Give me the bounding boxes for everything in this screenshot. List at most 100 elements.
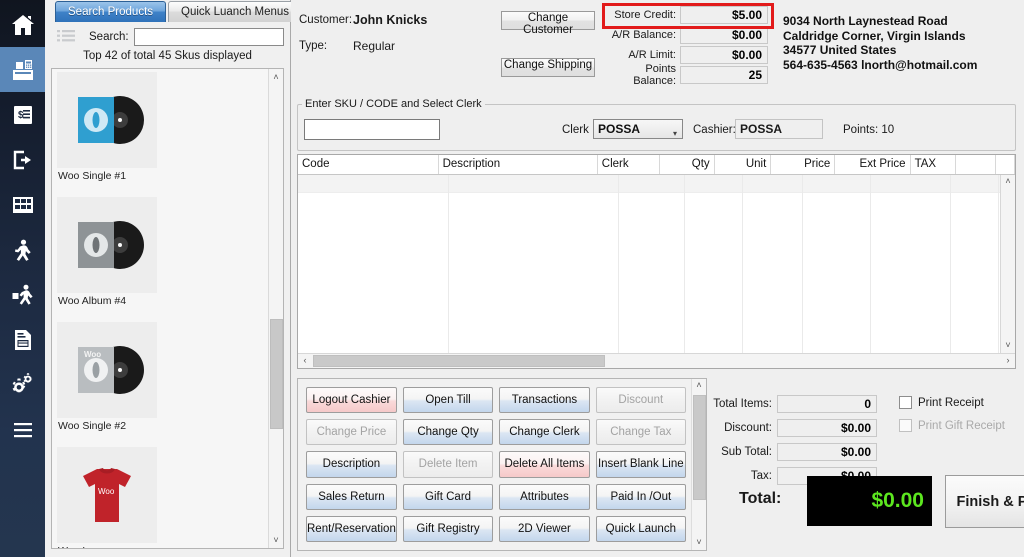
column-header-price[interactable]: Price [771,155,836,174]
rent-reservation-button[interactable]: Rent/Reservation [306,515,397,542]
column-header-ext-price[interactable]: Ext Price [835,155,911,174]
column-header-unit[interactable]: Unit [715,155,772,174]
customer-type-label: Type: [299,40,328,52]
transactions-button[interactable]: Transactions [499,387,590,414]
finish-and-pay-button[interactable]: Finish & Pay [945,475,1024,528]
change-shipping-button[interactable]: Change Shipping [501,58,595,77]
product-grid-wrapper: Woo Single #1 Woo Album #4 Woo Woo Singl… [51,68,284,549]
customer-name: John Knicks [353,13,428,27]
column-header-description[interactable]: Description [439,155,598,174]
sidebar-item-register[interactable] [0,47,45,92]
gift-registry-button[interactable]: Gift Registry [402,515,494,542]
column-header-tax[interactable]: TAX [911,155,956,174]
sidebar-item-customers[interactable] [0,227,45,272]
address-line-3: 34577 United States [783,43,897,57]
sidebar-item-employees[interactable] [0,272,45,317]
sidebar-item-invoices[interactable]: $ [0,92,45,137]
discount-value: $0.00 [777,419,877,437]
tab-search-products[interactable]: Search Products [55,1,167,22]
cashier-value: POSSA [735,119,823,139]
line-item-grid-header: Code Description Clerk Qty Unit Price Ex… [298,155,1016,175]
clerk-dropdown[interactable]: POSSA ▾ [593,119,683,139]
grid-scroll-down-arrow[interactable]: ˅ [1001,339,1015,353]
sidebar-item-logout[interactable] [0,137,45,182]
print-receipt-checkbox-row[interactable]: Print Receipt [899,396,984,409]
product-label: Woo Single #2 [58,420,127,432]
quick-launch-button[interactable]: Quick Launch [595,515,686,542]
action-panel-scrollbar[interactable]: ˄ ˅ [691,379,706,550]
tab-quick-launch-menus[interactable]: Quick Luanch Menus [168,1,303,22]
sku-input[interactable] [304,119,440,140]
search-input[interactable] [133,28,284,46]
attributes-button[interactable]: Attributes [499,483,590,510]
balance-row-points: Points Balance: 25 [604,63,774,87]
grid-scroll-left-arrow[interactable]: ‹ [298,354,312,368]
grid-scroll-right-arrow[interactable]: › [1001,354,1015,368]
2d-viewer-button[interactable]: 2D Viewer [499,515,590,542]
customer-balances: Store Credit: $5.00 A/R Balance: $0.00 A… [604,5,774,87]
clerk-label: Clerk : [562,124,596,136]
change-qty-button[interactable]: Change Qty [402,419,494,446]
column-header-clerk[interactable]: Clerk [598,155,660,174]
empty-row[interactable] [298,175,1000,193]
sidebar-item-menu[interactable] [0,407,45,452]
points-text: Points: 10 [843,124,895,136]
svg-text:Woo: Woo [84,350,101,359]
sidebar-item-reports[interactable] [0,317,45,362]
delete-all-items-button[interactable]: Delete All Items [499,451,590,478]
product-tile[interactable]: Woo Woo Logo [57,447,164,548]
actions-scroll-up-arrow[interactable]: ˄ [692,379,706,393]
change-clerk-button[interactable]: Change Clerk [499,419,590,446]
change-customer-button[interactable]: Change Customer [501,11,595,36]
clerk-value: POSSA [598,122,641,136]
product-tile[interactable]: Woo Woo Single #2 [57,322,164,447]
list-view-icon[interactable] [57,29,77,45]
print-gift-receipt-label: Print Gift Receipt [918,419,1005,432]
sku-entry-group: Enter SKU / CODE and Select Clerk Clerk … [297,98,1016,151]
open-till-button[interactable]: Open Till [402,387,494,414]
actions-scrollbar-thumb[interactable] [693,395,706,500]
product-tile[interactable]: Woo Album #4 [57,197,164,322]
column-header-extra-2[interactable] [996,155,1016,174]
paid-in-out-button[interactable]: Paid In /Out [595,483,686,510]
customer-type-value: Regular [353,39,396,53]
total-items-value: 0 [777,395,877,413]
sidebar-item-inventory[interactable] [0,182,45,227]
sidebar-item-settings[interactable] [0,362,45,407]
product-tile[interactable]: Woo Single #1 [57,72,164,197]
ar-limit-value: $0.00 [680,46,768,64]
scrollbar-thumb[interactable] [270,319,283,429]
tax-label: Tax: [750,470,772,482]
actions-scroll-down-arrow[interactable]: ˅ [692,536,706,550]
product-thumbnail [57,72,157,168]
sales-return-button[interactable]: Sales Return [306,483,397,510]
column-header-code[interactable]: Code [298,155,439,174]
left-nav-rail: $ [0,0,45,557]
description-button[interactable]: Description [306,451,397,478]
product-grid: Woo Single #1 Woo Album #4 Woo Woo Singl… [52,69,268,548]
balance-row-ar-limit: A/R Limit: $0.00 [604,45,774,65]
action-buttons-panel: Logout Cashier Open Till Transactions Di… [297,378,707,551]
discount-row: Discount: $0.00 [713,418,877,438]
discount-button: Discount [595,387,686,414]
sidebar-item-home[interactable] [0,2,45,47]
product-search-row: Search: [45,22,290,48]
grid-scroll-up-arrow[interactable]: ˄ [1001,175,1015,189]
logout-cashier-button[interactable]: Logout Cashier [306,387,397,414]
insert-blank-line-button[interactable]: Insert Blank Line [595,451,686,478]
store-credit-value: $5.00 [680,6,768,24]
column-header-qty[interactable]: Qty [660,155,715,174]
totals-panel: Total Items: 0 Discount: $0.00 Sub Total… [713,378,1024,551]
scrollbar-track[interactable] [269,85,283,532]
line-item-vertical-scrollbar[interactable]: ˄ ˅ [1000,175,1015,353]
column-header-extra-1[interactable] [956,155,996,174]
change-tax-button: Change Tax [595,419,686,446]
gift-card-button[interactable]: Gift Card [402,483,494,510]
product-grid-scrollbar[interactable]: ˄ ˅ [268,69,283,548]
line-item-horizontal-scrollbar[interactable]: ‹ › [298,353,1015,368]
scroll-up-arrow[interactable]: ˄ [269,69,284,85]
scroll-down-arrow[interactable]: ˅ [269,532,284,548]
horizontal-scrollbar-thumb[interactable] [313,355,605,367]
print-receipt-checkbox[interactable] [899,396,912,409]
line-item-rows[interactable] [298,175,1000,353]
